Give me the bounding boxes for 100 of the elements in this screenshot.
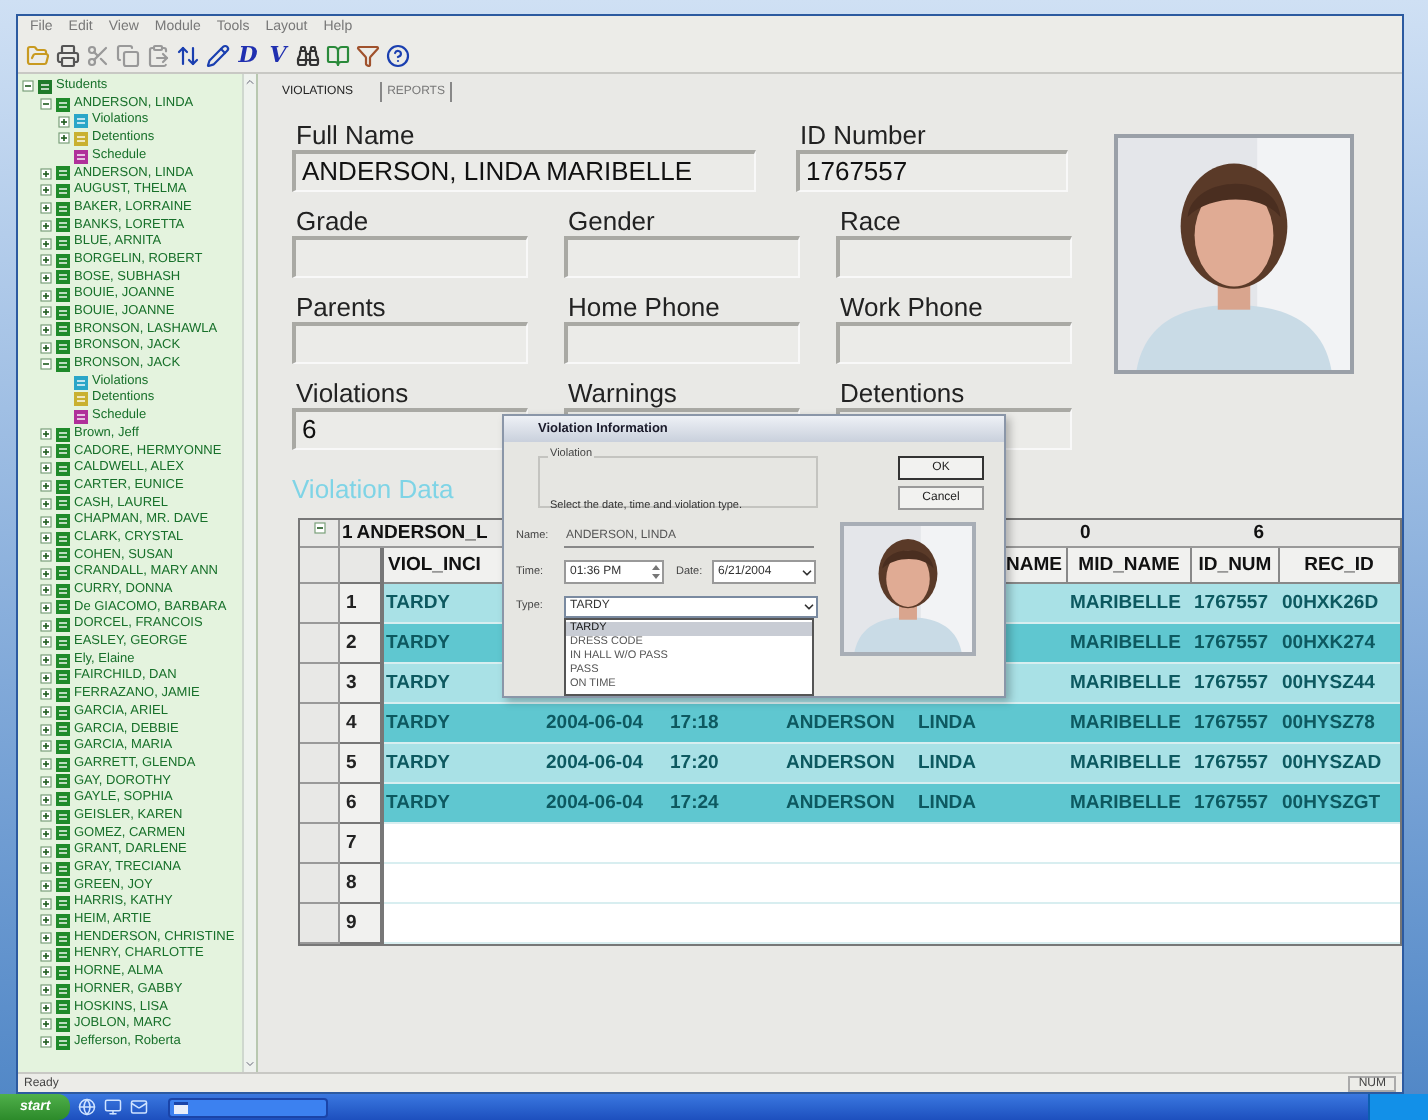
row-header[interactable]: 1 <box>340 584 384 624</box>
table-cell: 2004-06-04 <box>544 784 668 824</box>
expand-icon[interactable] <box>40 810 52 823</box>
expand-icon[interactable] <box>40 167 52 180</box>
monitor-icon[interactable] <box>104 1098 123 1116</box>
expand-icon[interactable] <box>40 949 52 962</box>
expand-icon[interactable] <box>40 601 52 614</box>
row-header[interactable]: 2 <box>340 624 384 664</box>
expand-icon[interactable] <box>40 323 52 336</box>
section-title: Violation Data <box>292 476 454 504</box>
text-field[interactable] <box>564 236 800 278</box>
pencil-icon[interactable] <box>206 43 230 67</box>
row-header[interactable]: 7 <box>340 824 384 864</box>
expand-icon[interactable] <box>40 862 52 875</box>
expand-icon[interactable] <box>40 1036 52 1049</box>
expand-icon[interactable] <box>40 480 52 493</box>
help-icon[interactable] <box>386 43 410 67</box>
expand-icon[interactable] <box>40 184 52 197</box>
expand-icon[interactable] <box>40 428 52 441</box>
expand-icon[interactable] <box>40 914 52 927</box>
text-field[interactable]: ANDERSON, LINDA MARIBELLE <box>292 150 756 192</box>
spinner-icon[interactable] <box>650 562 662 582</box>
filter-icon[interactable] <box>356 43 380 67</box>
text-field[interactable] <box>836 322 1072 364</box>
dropdown-icon[interactable] <box>802 600 816 614</box>
row-header[interactable]: 9 <box>340 904 384 944</box>
expand-icon[interactable] <box>40 1001 52 1014</box>
expand-icon[interactable] <box>40 775 52 788</box>
expand-icon[interactable] <box>40 532 52 545</box>
expand-icon[interactable] <box>40 289 52 302</box>
expand-icon[interactable] <box>40 237 52 250</box>
printer-icon[interactable] <box>56 43 80 67</box>
expand-icon[interactable] <box>40 671 52 684</box>
mail-icon[interactable] <box>130 1098 149 1116</box>
expand-icon[interactable] <box>40 654 52 667</box>
expand-icon[interactable] <box>40 462 52 475</box>
sort-icon[interactable] <box>176 43 200 67</box>
expand-icon[interactable] <box>40 845 52 858</box>
text-field[interactable] <box>292 322 528 364</box>
row-header[interactable]: 3 <box>340 664 384 704</box>
expand-icon[interactable] <box>40 445 52 458</box>
row-selector[interactable] <box>300 520 340 548</box>
expand-icon[interactable] <box>40 636 52 649</box>
expand-icon[interactable] <box>40 897 52 910</box>
expand-icon[interactable] <box>40 827 52 840</box>
field-label: Gender <box>566 208 657 236</box>
tile-icon <box>56 1035 70 1050</box>
column-header[interactable]: ID_NUM <box>1192 548 1280 584</box>
field-label: Warnings <box>566 380 679 408</box>
column-header[interactable]: REC_ID <box>1280 548 1400 584</box>
dropdown-icon[interactable] <box>800 565 814 579</box>
expand-icon[interactable] <box>40 549 52 562</box>
book-icon[interactable] <box>326 43 350 67</box>
row-header[interactable] <box>340 548 384 584</box>
expand-icon[interactable] <box>40 966 52 979</box>
expand-icon[interactable] <box>40 497 52 510</box>
row-header[interactable]: 4 <box>340 704 384 744</box>
binoculars-icon[interactable] <box>296 43 320 67</box>
expand-icon[interactable] <box>40 688 52 701</box>
expand-icon[interactable] <box>58 132 70 145</box>
expand-icon[interactable] <box>40 1018 52 1031</box>
group-value: 0 <box>1080 521 1091 544</box>
expand-icon[interactable] <box>40 271 52 284</box>
collapse-icon[interactable] <box>40 358 52 371</box>
expand-icon[interactable] <box>40 723 52 736</box>
globe-icon[interactable] <box>78 1098 97 1116</box>
expand-icon[interactable] <box>40 584 52 597</box>
expand-icon[interactable] <box>40 932 52 945</box>
expand-icon[interactable] <box>40 758 52 771</box>
table-cell: 2004-06-04 <box>544 744 668 784</box>
expand-icon[interactable] <box>40 202 52 215</box>
text-field[interactable] <box>836 236 1072 278</box>
toolbar-button[interactable]: V <box>266 41 290 69</box>
collapse-icon[interactable] <box>22 80 34 93</box>
expand-icon[interactable] <box>40 619 52 632</box>
text-field[interactable] <box>292 236 528 278</box>
expand-icon[interactable] <box>40 706 52 719</box>
row-header[interactable]: 8 <box>340 864 384 904</box>
expand-icon[interactable] <box>40 879 52 892</box>
table-cell: ANDERSON <box>784 744 916 784</box>
expand-icon[interactable] <box>40 984 52 997</box>
taskbar-button[interactable] <box>168 1097 329 1117</box>
expand-icon[interactable] <box>40 341 52 354</box>
expand-icon[interactable] <box>40 306 52 319</box>
collapse-icon[interactable] <box>313 522 325 534</box>
expand-icon[interactable] <box>40 793 52 806</box>
text-field[interactable] <box>564 322 800 364</box>
expand-icon[interactable] <box>58 115 70 128</box>
expand-icon[interactable] <box>40 219 52 232</box>
expand-icon[interactable] <box>40 567 52 580</box>
expand-icon[interactable] <box>40 740 52 753</box>
column-header[interactable]: MID_NAME <box>1068 548 1192 584</box>
expand-icon[interactable] <box>40 254 52 267</box>
text-field[interactable]: 1767557 <box>796 150 1068 192</box>
expand-icon[interactable] <box>40 515 52 528</box>
row-header[interactable]: 6 <box>340 784 384 824</box>
toolbar-button[interactable]: D <box>236 41 260 69</box>
text-field[interactable]: 6 <box>292 408 528 450</box>
row-header[interactable]: 5 <box>340 744 384 784</box>
collapse-icon[interactable] <box>40 98 52 111</box>
